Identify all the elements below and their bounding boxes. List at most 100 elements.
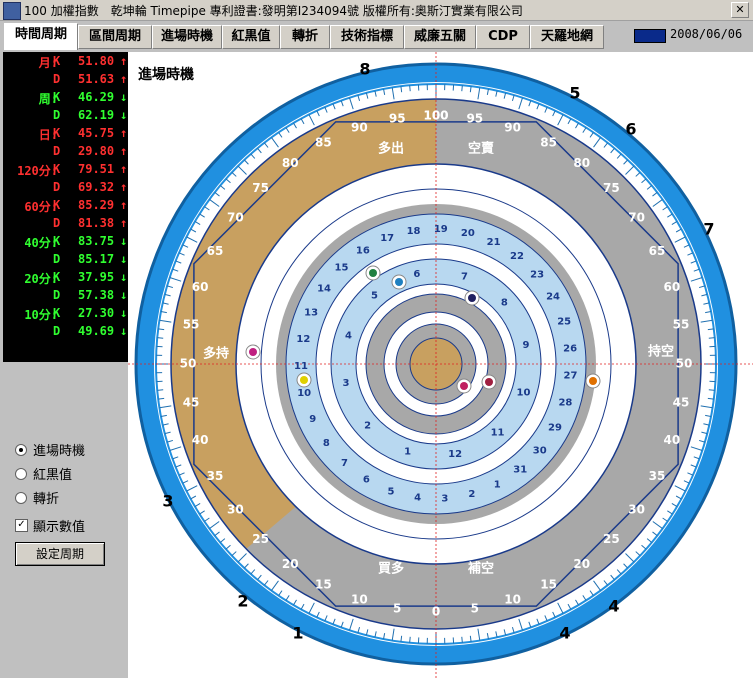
radio-turning[interactable]: 轉折	[15, 488, 135, 507]
scale-number-left: 35	[207, 469, 224, 483]
radio-entry-timing[interactable]: 進場時機	[15, 440, 135, 459]
outer-number: 2	[237, 592, 248, 611]
set-period-button[interactable]: 設定周期	[15, 542, 105, 566]
indicator-kd-label: K	[53, 306, 61, 320]
day-number: 8	[501, 297, 508, 308]
scale-number-right: 65	[649, 244, 666, 258]
radio-selected-icon	[15, 444, 27, 456]
hour-number: 11	[294, 361, 308, 372]
hour-number: 23	[530, 270, 544, 281]
hour-number: 1	[494, 479, 501, 490]
indicator-kd-label: K	[53, 234, 61, 248]
indicator-value: 83.75	[78, 234, 115, 248]
arrow-up-icon: ↑	[120, 72, 128, 86]
marker-dot	[468, 294, 476, 302]
scale-number-right: 70	[628, 211, 645, 225]
indicator-row: 60分: K 85.29 ↑	[3, 198, 128, 214]
tab-time-period[interactable]: 時間周期	[4, 23, 78, 50]
hour-number: 20	[461, 228, 475, 239]
outer-number: 7	[703, 220, 714, 239]
hour-number: 12	[296, 334, 310, 345]
scale-number-right: 55	[673, 318, 690, 332]
outer-number: 4	[559, 624, 570, 643]
tab-red-black[interactable]: 紅黒值	[222, 25, 280, 49]
tab-range-period[interactable]: 區間周期	[78, 25, 152, 49]
hour-number: 8	[323, 438, 330, 449]
checkbox-label: 顯示數值	[33, 520, 86, 535]
tab-tech-indicators[interactable]: 技術指標	[330, 25, 404, 49]
hour-number: 25	[557, 317, 571, 328]
radio-icon	[15, 492, 27, 504]
chart-canvas: 100 100 95 95 90 90 85 85 80 80 75 75 70 70 65 65 60 60 55…	[128, 52, 753, 678]
indicator-row: D 51.63 ↑	[3, 72, 128, 88]
close-button[interactable]: ✕	[731, 2, 749, 18]
hour-number: 31	[513, 464, 527, 475]
arrow-down-icon: ↓	[120, 270, 128, 284]
radio-red-black[interactable]: 紅黒值	[15, 464, 135, 483]
hour-number: 14	[317, 284, 331, 295]
arrow-down-icon: ↓	[120, 324, 128, 338]
indicator-kd-label: D	[53, 288, 61, 302]
arrow-down-icon: ↓	[120, 252, 128, 266]
day-number: 4	[345, 331, 352, 342]
date-text: 2008/06/06	[670, 27, 743, 41]
hour-number: 26	[563, 343, 577, 354]
checkbox-show-values[interactable]: ✓ 顯示數值	[15, 516, 135, 535]
chart-label: 進場時機	[138, 67, 194, 83]
hour-number: 13	[304, 308, 318, 319]
scale-number-right: 95	[466, 112, 483, 126]
hour-number: 2	[468, 489, 475, 500]
scale-tick	[708, 337, 715, 339]
indicator-row: D 81.38 ↑	[3, 216, 128, 232]
scale-number-right: 45	[673, 395, 690, 409]
arrow-down-icon: ↓	[120, 306, 128, 320]
indicator-row: D 69.32 ↑	[3, 180, 128, 196]
tab-entry-timing[interactable]: 進場時機	[152, 25, 222, 49]
arrow-up-icon: ↑	[120, 144, 128, 158]
tab-williams[interactable]: 威廉五關	[404, 25, 476, 49]
tab-turning[interactable]: 轉折	[280, 25, 330, 49]
scale-tick	[409, 85, 411, 92]
day-number: 7	[461, 272, 468, 283]
indicator-period-label: 120分:	[17, 164, 58, 178]
indicator-row: D 62.19 ↓	[3, 108, 128, 124]
tab-bar: 時間周期 區間周期 進場時機 紅黒值 轉折 技術指標 威廉五關 CDP 天羅地網…	[0, 22, 753, 50]
indicator-kd-label: D	[53, 252, 61, 266]
indicator-row: D 29.80 ↑	[3, 144, 128, 160]
day-number: 2	[364, 421, 371, 432]
indicator-kd-label: D	[53, 144, 61, 158]
hour-number: 19	[434, 224, 448, 235]
indicator-value: 79.51	[78, 162, 115, 176]
scale-number-left: 0	[432, 605, 440, 619]
tab-cdp[interactable]: CDP	[476, 25, 530, 49]
checkbox-checked-icon: ✓	[15, 519, 28, 532]
marker-dot	[249, 348, 257, 356]
indicator-value: 51.80	[78, 54, 115, 68]
indicator-kd-label: D	[53, 180, 61, 194]
marker-dot	[589, 377, 597, 385]
scale-number-left: 100	[423, 109, 448, 123]
radio-icon	[15, 468, 27, 480]
radio-label: 紅黒值	[33, 468, 73, 483]
scale-number-right: 40	[664, 433, 681, 447]
arrow-up-icon: ↑	[120, 216, 128, 230]
indicator-value: 46.29	[78, 90, 115, 104]
marker-dot	[460, 382, 468, 390]
radio-label: 轉折	[33, 492, 60, 507]
scale-tick	[157, 337, 164, 339]
indicator-row: D 57.38 ↓	[3, 288, 128, 304]
scale-number-left: 50	[180, 357, 197, 371]
day-number: 6	[413, 269, 420, 280]
hour-number: 27	[564, 371, 578, 382]
tab-sky-net[interactable]: 天羅地網	[530, 25, 604, 49]
outer-number: 8	[359, 60, 370, 79]
arrow-down-icon: ↓	[120, 90, 128, 104]
hour-number: 9	[309, 414, 316, 425]
scale-number-left: 80	[282, 156, 299, 170]
indicator-row: 日: K 45.75 ↑	[3, 126, 128, 142]
indicator-row: 40分: K 83.75 ↓	[3, 234, 128, 250]
scale-number-right: 5	[471, 601, 479, 615]
outer-number: 4	[608, 597, 619, 616]
scale-number-left: 10	[351, 592, 368, 606]
day-number: 1	[404, 446, 411, 457]
